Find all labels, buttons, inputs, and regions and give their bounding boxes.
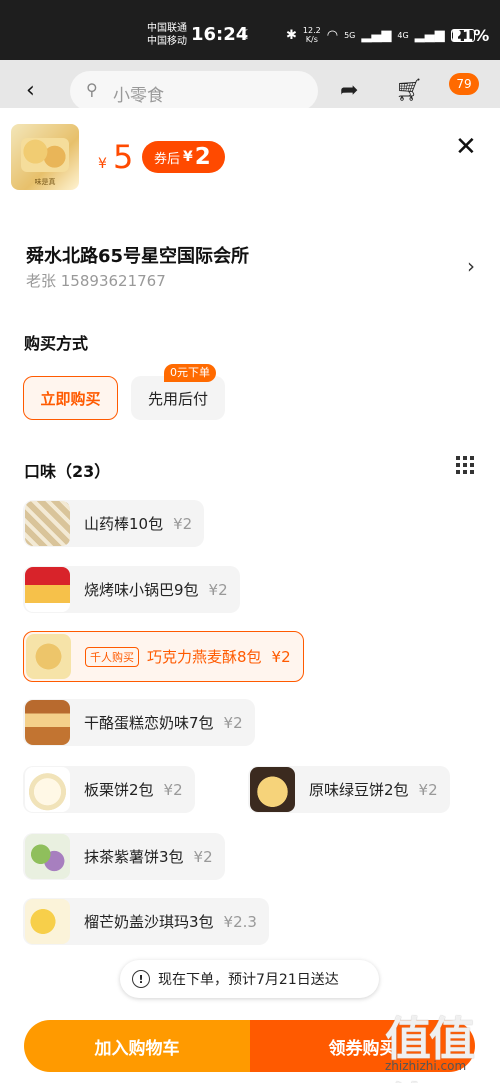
flavor-image (25, 567, 70, 612)
flavor-option[interactable]: 板栗饼2包 ¥2 (23, 766, 195, 813)
option-buy-now[interactable]: 立即购买 (23, 376, 118, 420)
chevron-right-icon: › (467, 254, 475, 278)
watermark-url: zhizhizhi.com (385, 1059, 467, 1073)
coupon-currency: ¥ (183, 149, 193, 165)
flavor-image (25, 767, 70, 812)
flavor-price: ¥2 (418, 780, 438, 799)
flavor-name: 抹茶紫薯饼3包 (84, 848, 184, 866)
search-icon: ⚲ (86, 80, 98, 99)
network-speed: 12.2 K/s (303, 26, 321, 44)
flavor-name: 烧烤味小锅巴9包 (84, 581, 199, 599)
search-placeholder: 小零食 (113, 86, 164, 106)
flavor-option[interactable]: 干酪蛋糕恋奶味7包 ¥2 (23, 699, 255, 746)
watermark: 值值值 zhizhizhi.com (385, 1003, 500, 1083)
carrier-2: 中国移动 (147, 36, 187, 47)
grid-view-icon[interactable] (456, 456, 474, 474)
close-icon[interactable]: ✕ (455, 132, 477, 162)
flavor-image (25, 700, 70, 745)
flavor-price: ¥2 (173, 514, 193, 533)
purchase-method-title: 购买方式 (24, 334, 89, 353)
speed-unit: K/s (305, 35, 318, 44)
system-icons: ✱ 12.2 K/s ◠ 5G ▂▄▆ 4G ▂▄▆ (286, 26, 475, 44)
flavor-price: ¥2 (208, 580, 228, 599)
signal-icon-2: ▂▄▆ (414, 27, 445, 43)
carrier-1: 中国联通 (147, 23, 187, 34)
bluetooth-icon: ✱ (286, 27, 297, 43)
flavor-name: 干酪蛋糕恋奶味7包 (84, 714, 214, 732)
flavor-price: ¥2 (271, 647, 291, 666)
speed-value: 12.2 (302, 26, 321, 35)
flavor-name: 原味绿豆饼2包 (309, 781, 409, 799)
coupon-label: 券后 (154, 151, 181, 167)
address-contact: 老张 15893621767 (26, 272, 166, 290)
flavor-price: ¥2 (163, 780, 183, 799)
page-header: ‹ ⚲ 小零食 ➦ 🛒︎ 79 (0, 60, 500, 111)
flavor-image (250, 767, 295, 812)
wifi-icon: ◠ (326, 27, 339, 43)
add-to-cart-button[interactable]: 加入购物车 (24, 1020, 250, 1072)
notification-icon: ☾ (241, 28, 253, 43)
flavor-name: 山药棒10包 (84, 515, 164, 533)
price-currency: ¥ (98, 156, 107, 172)
flavor-option[interactable]: 榴芒奶盖沙琪玛3包 ¥2.3 (23, 898, 269, 945)
product-image (21, 138, 69, 172)
battery-percent: 21% (451, 26, 490, 45)
share-icon[interactable]: ➦ (340, 78, 358, 103)
delivery-notice-text: 现在下单，预计7月21日送达 (158, 972, 339, 988)
flavor-image (25, 899, 70, 944)
flavor-name: 榴芒奶盖沙琪玛3包 (84, 913, 214, 931)
sku-selection-sheet: 味是真 ¥ 5 券后 ¥ 2 ✕ 舜水北路65号星空国际会所 老张 158936… (0, 108, 500, 1083)
clock: 16:24 (191, 24, 249, 45)
flavor-price: ¥2 (193, 847, 213, 866)
cart-badge: 79 (449, 73, 479, 95)
flavor-option-selected[interactable]: 千人购买 巧克力燕麦酥8包 ¥2 (23, 631, 304, 682)
flavor-title: 口味（23） (24, 462, 111, 481)
network-5g: 5G (344, 30, 356, 40)
flavor-price: ¥2.3 (223, 912, 257, 931)
option-pay-later[interactable]: 先用后付 (131, 376, 225, 420)
carrier-info: 中国联通 中国移动 (147, 22, 187, 48)
flavor-option[interactable]: 山药棒10包 ¥2 (23, 500, 205, 547)
search-bar[interactable]: ⚲ 小零食 (70, 71, 318, 111)
back-icon[interactable]: ‹ (26, 78, 35, 103)
flavor-image (26, 634, 71, 679)
pay-later-tag: 0元下单 (164, 364, 216, 382)
signal-icon: ▂▄▆ (361, 27, 392, 43)
status-bar: 中国联通 中国移动 16:24 ☾ ✱ 12.2 K/s ◠ 5G ▂▄▆ 4G… (0, 0, 500, 60)
product-brand: 味是真 (34, 178, 56, 186)
address-title: 舜水北路65号星空国际会所 (26, 246, 250, 267)
product-thumbnail[interactable]: 味是真 (11, 124, 79, 190)
hot-tag: 千人购买 (85, 646, 139, 667)
flavor-option[interactable]: 原味绿豆饼2包 ¥2 (248, 766, 450, 813)
flavor-option[interactable]: 烧烤味小锅巴9包 ¥2 (23, 566, 240, 613)
flavor-price: ¥2 (223, 713, 243, 732)
flavor-name: 巧克力燕麦酥8包 (147, 648, 262, 666)
flavor-name: 板栗饼2包 (84, 781, 154, 799)
network-4g: 4G (397, 30, 409, 40)
info-icon: ! (132, 970, 150, 988)
flavor-image (25, 834, 70, 879)
coupon-price-badge: 券后 ¥ 2 (142, 141, 225, 173)
price-value: 5 (113, 138, 134, 176)
flavor-option[interactable]: 抹茶紫薯饼3包 ¥2 (23, 833, 225, 880)
cart-icon[interactable]: 🛒︎ (395, 78, 423, 103)
flavor-image (25, 501, 70, 546)
coupon-price: 2 (194, 144, 211, 170)
delivery-notice: ! 现在下单，预计7月21日送达 (120, 960, 379, 998)
